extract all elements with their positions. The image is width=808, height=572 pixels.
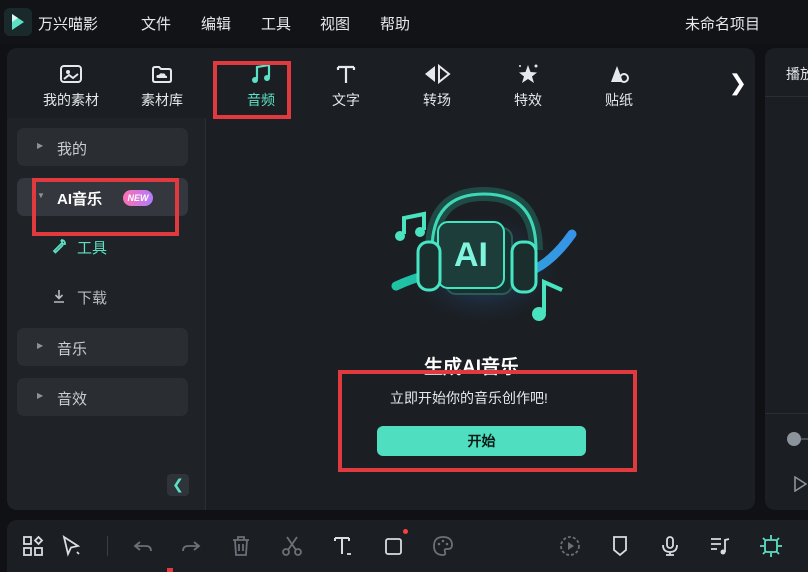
preview-panel: 播放: [765, 48, 808, 510]
preview-tab[interactable]: 播放: [786, 64, 808, 84]
select-pointer-icon[interactable]: [59, 534, 83, 558]
toolbar-separator: [107, 536, 108, 556]
transition-icon: [425, 63, 451, 85]
menu-file[interactable]: 文件: [141, 13, 171, 34]
audio-sidebar: ▶ 我的 ▼ AI音乐 NEW 工具 下载 ▶ 音乐 ▶ 音效 ❮: [7, 118, 206, 510]
crop-box-icon[interactable]: [382, 534, 406, 558]
bottom-toolbar: [7, 520, 808, 572]
preview-progress-track[interactable]: [801, 438, 808, 440]
svg-text:AI: AI: [454, 236, 488, 274]
notification-dot: [403, 529, 408, 534]
marker-icon[interactable]: [608, 534, 632, 558]
scissors-icon[interactable]: [280, 534, 304, 558]
play-icon[interactable]: [793, 476, 807, 492]
tab-effects[interactable]: 特效: [485, 60, 571, 118]
speed-play-icon[interactable]: [558, 534, 582, 558]
caret-right-icon: ▶: [37, 341, 44, 350]
layout-grid-icon[interactable]: [21, 534, 45, 558]
ai-magic-icon[interactable]: [759, 534, 783, 558]
annotation-box-start: [338, 370, 637, 472]
tab-stock-library[interactable]: 素材库: [119, 60, 205, 118]
color-palette-icon[interactable]: [431, 534, 455, 558]
app-logo: [4, 8, 32, 36]
delete-trash-icon[interactable]: [229, 534, 253, 558]
caret-right-icon: ▶: [37, 391, 44, 400]
ai-headphones-illustration: AI: [391, 186, 577, 326]
text-icon: [336, 65, 356, 83]
caret-right-icon: ▶: [37, 141, 44, 150]
menu-tools[interactable]: 工具: [261, 13, 291, 34]
undo-icon[interactable]: [131, 534, 155, 558]
project-name[interactable]: 未命名项目: [685, 13, 760, 34]
preview-divider-bottom: [765, 413, 808, 414]
menu-help[interactable]: 帮助: [380, 13, 410, 34]
tabs-next-chevron-icon[interactable]: ❯: [729, 70, 747, 96]
app-name: 万兴喵影: [38, 16, 99, 33]
sticker-icon: [611, 66, 629, 83]
sidebar-item-sound-effects[interactable]: ▶ 音效: [17, 378, 188, 416]
text-tool-icon[interactable]: [331, 534, 355, 558]
playhead-marker: [167, 568, 173, 572]
effects-icon: [519, 64, 538, 83]
collapse-sidebar-chevron-left-icon[interactable]: ❮: [167, 474, 189, 496]
playhead-knob[interactable]: [787, 432, 801, 446]
category-tab-bar: 我的素材 素材库 音频 文字 转场 特效 贴纸 ❯: [7, 48, 755, 118]
sidebar-item-music[interactable]: ▶ 音乐: [17, 328, 188, 366]
menu-view[interactable]: 视图: [320, 13, 350, 34]
tab-stickers[interactable]: 贴纸: [576, 60, 662, 118]
annotation-box-audio-tab: [213, 61, 291, 119]
annotation-box-ai-music: [32, 178, 179, 236]
tab-my-media[interactable]: 我的素材: [28, 60, 114, 118]
title-bar: 万兴喵影 文件 编辑 工具 视图 帮助 未命名项目: [0, 0, 808, 44]
music-list-icon[interactable]: [708, 534, 732, 558]
image-icon: [60, 65, 82, 83]
menu-edit[interactable]: 编辑: [201, 13, 231, 34]
microphone-icon[interactable]: [658, 534, 682, 558]
redo-icon[interactable]: [179, 534, 203, 558]
tab-transition[interactable]: 转场: [394, 60, 480, 118]
download-icon: [54, 290, 64, 303]
cloud-folder-icon: [152, 66, 172, 83]
tab-text[interactable]: 文字: [303, 60, 389, 118]
wrench-icon: [52, 239, 66, 254]
preview-divider: [765, 96, 808, 97]
sidebar-item-mine[interactable]: ▶ 我的: [17, 128, 188, 166]
